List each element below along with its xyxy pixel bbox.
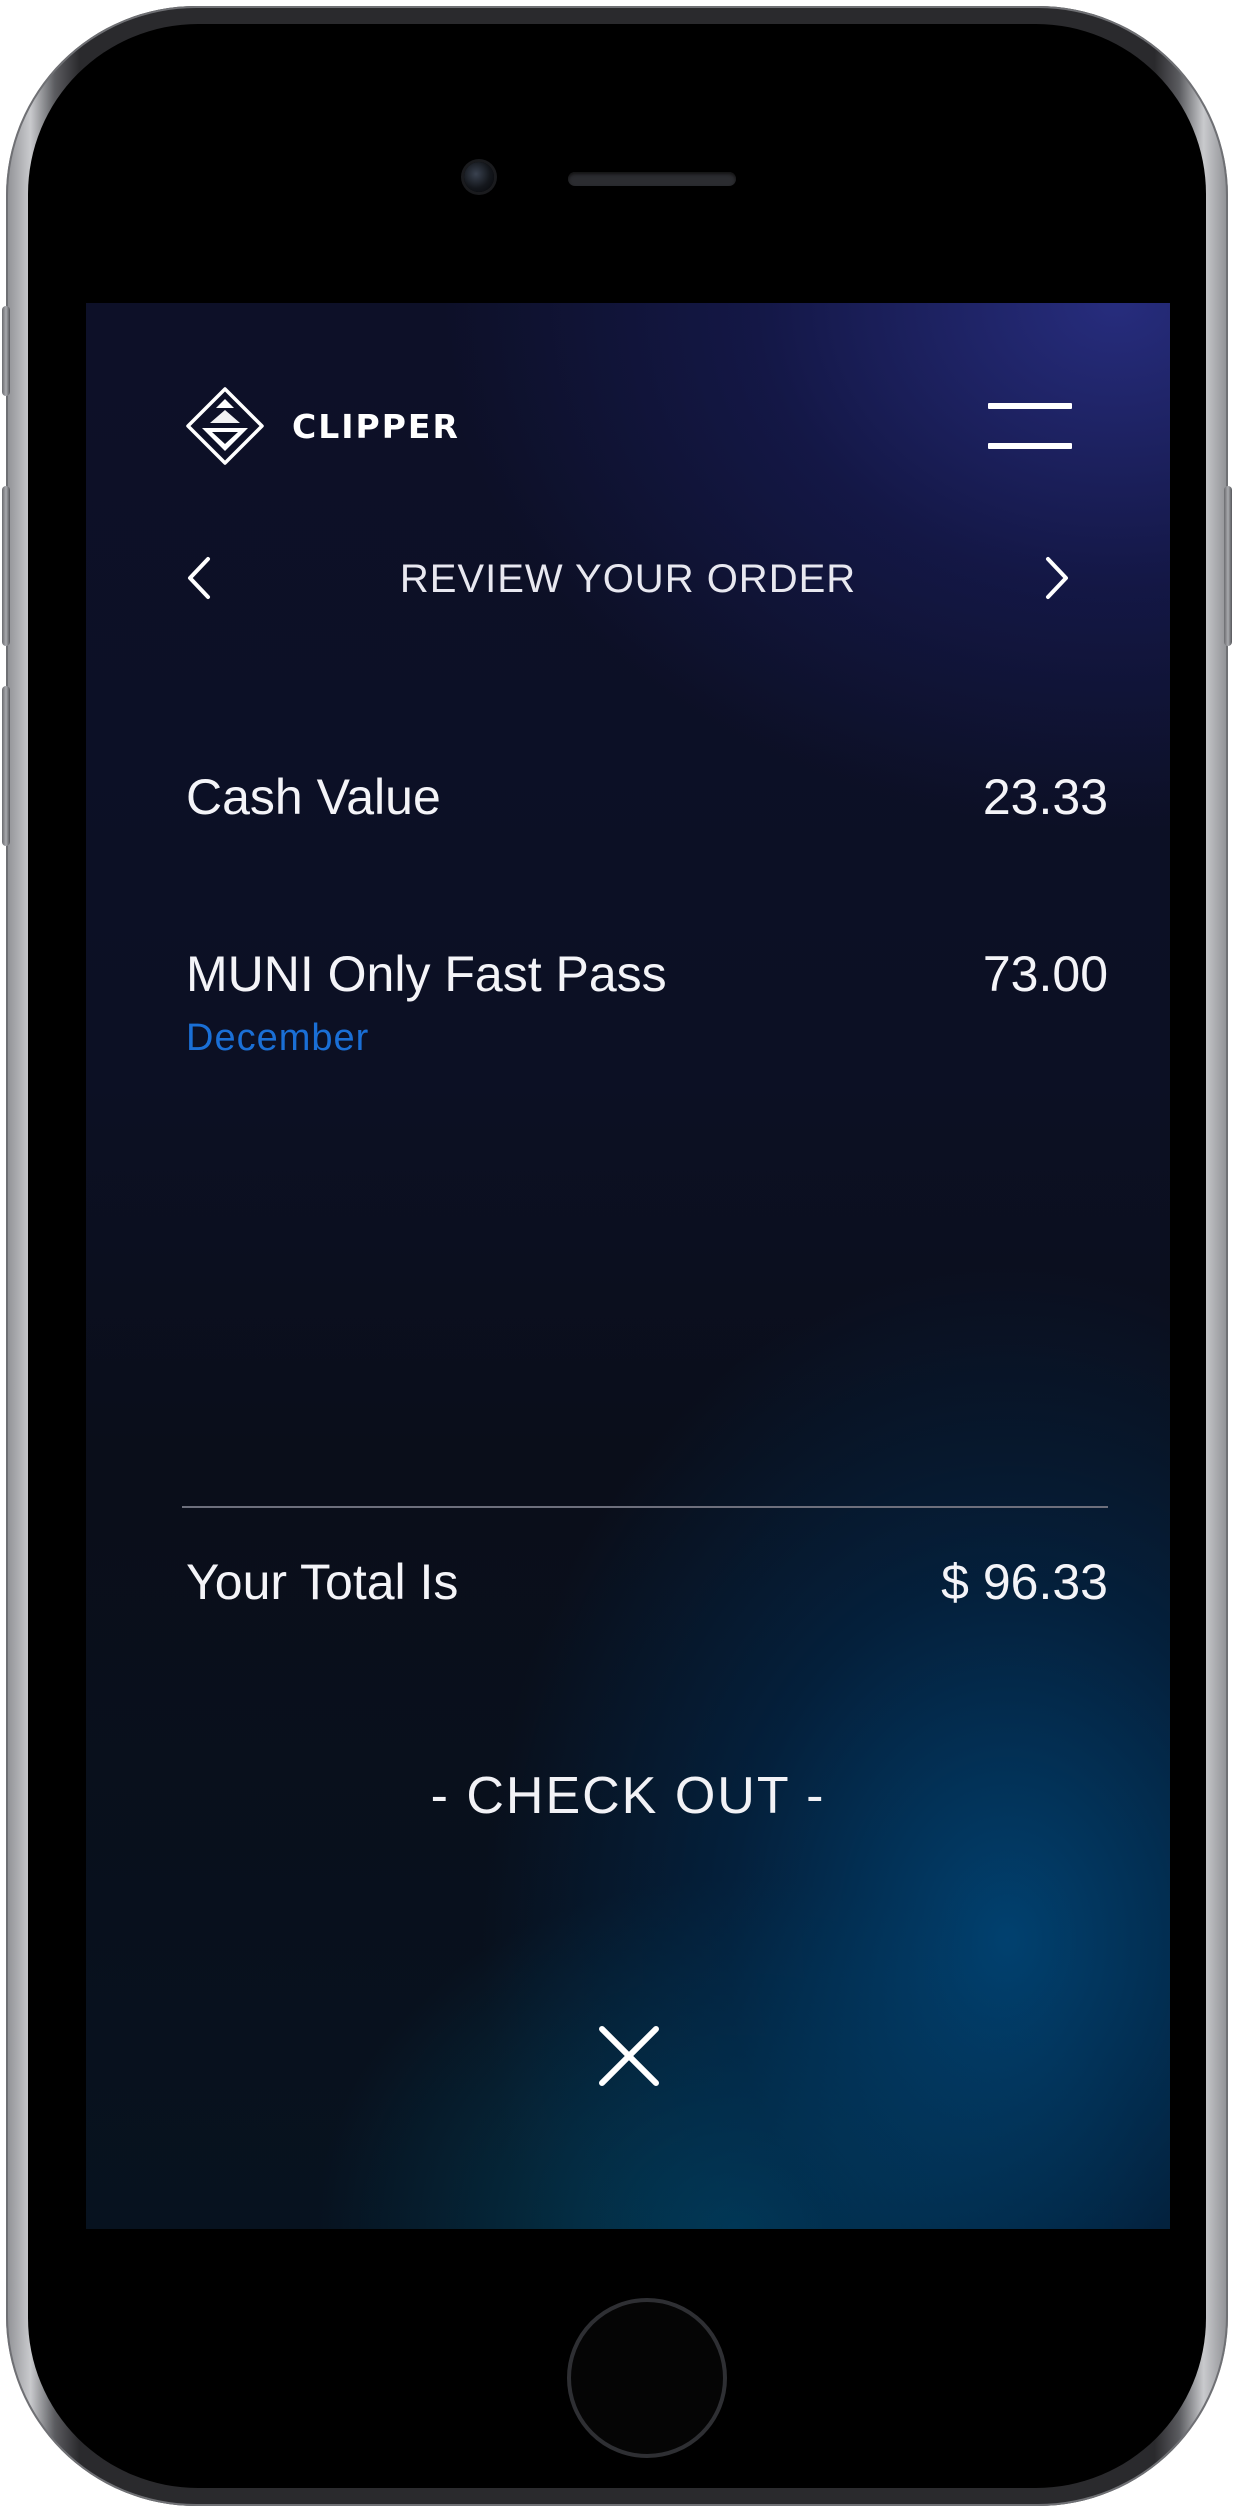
checkout-button[interactable]: - CHECK OUT -	[86, 1766, 1170, 1826]
mute-switch	[2, 306, 10, 396]
order-item-amount: 73.00	[982, 946, 1108, 1002]
front-camera	[464, 162, 494, 192]
clipper-diamond-logo-icon	[186, 387, 264, 465]
total-amount: $ 96.33	[941, 1554, 1108, 1610]
order-item-label: MUNI Only Fast Pass	[186, 946, 667, 1002]
step-navigation: REVIEW YOUR ORDER	[86, 543, 1170, 613]
order-item-detail: December	[186, 1017, 370, 1059]
order-item-label: Cash Value	[186, 769, 441, 825]
hamburger-menu-icon[interactable]	[988, 403, 1072, 449]
chevron-right-icon[interactable]	[1030, 553, 1080, 603]
volume-up-button	[2, 486, 10, 646]
power-button	[1224, 486, 1232, 646]
close-x-icon[interactable]	[596, 2023, 662, 2089]
app-logo[interactable]: CLIPPER	[182, 383, 460, 469]
home-button[interactable]	[567, 2298, 727, 2458]
phone-frame: CLIPPER REVIEW YOUR ORDER Cash Value 23.…	[2, 6, 1232, 2506]
total-divider	[182, 1506, 1108, 1508]
earpiece-speaker	[568, 172, 736, 186]
page-title: REVIEW YOUR ORDER	[399, 557, 857, 601]
brand-name: CLIPPER	[292, 406, 460, 446]
order-item-amount: 23.33	[982, 769, 1108, 825]
volume-down-button	[2, 686, 10, 846]
total-label: Your Total Is	[186, 1554, 459, 1610]
app-screen: CLIPPER REVIEW YOUR ORDER Cash Value 23.…	[86, 303, 1170, 2229]
